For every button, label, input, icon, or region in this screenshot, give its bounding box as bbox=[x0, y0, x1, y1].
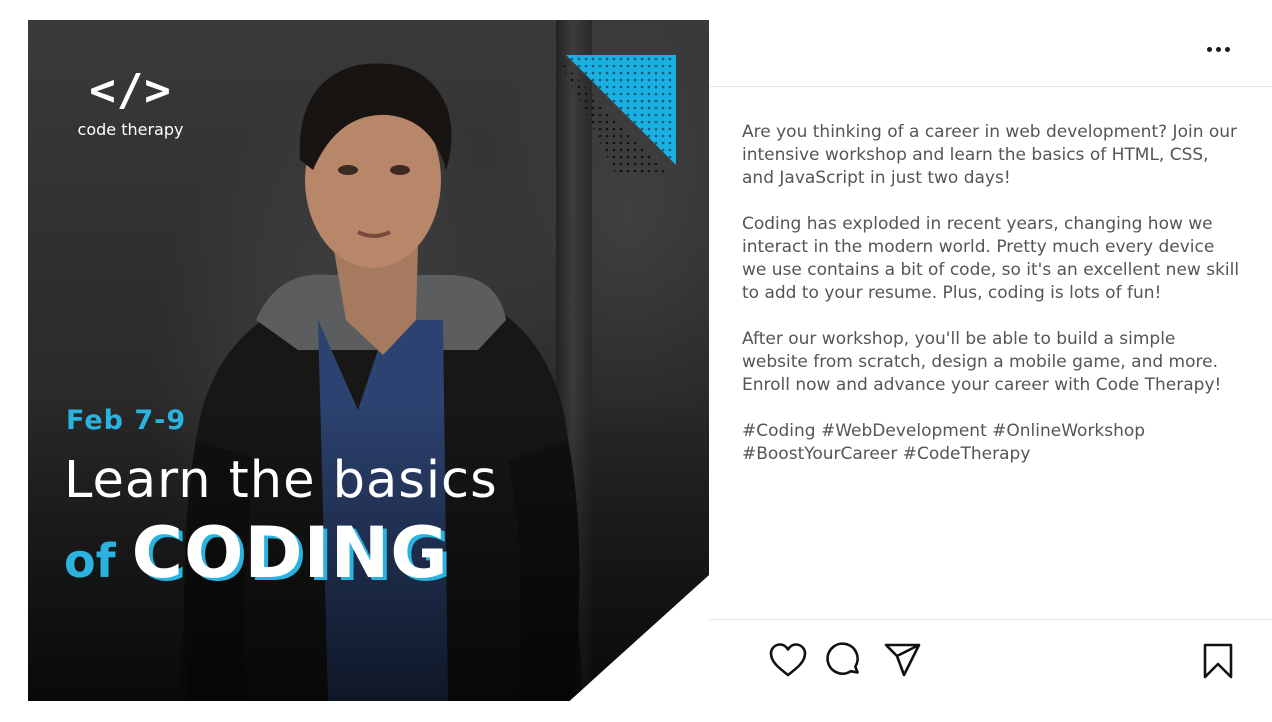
brand-name: code therapy bbox=[77, 120, 184, 139]
headline-line-1: Learn the basics bbox=[64, 451, 498, 510]
heart-icon bbox=[769, 643, 807, 677]
more-dot bbox=[1224, 46, 1230, 52]
post-image: </> code therapy Feb 7-9 Learn the basic… bbox=[28, 20, 709, 701]
more-options-button[interactable] bbox=[1198, 36, 1238, 62]
more-horizontal-icon bbox=[1206, 46, 1212, 52]
panel-divider-bottom bbox=[709, 619, 1272, 620]
panel-divider-top bbox=[709, 86, 1272, 87]
comment-button[interactable] bbox=[826, 642, 862, 678]
caption-paragraph: Are you thinking of a career in web deve… bbox=[742, 122, 1238, 188]
comment-icon bbox=[826, 642, 859, 675]
brand-logo: </> code therapy bbox=[68, 66, 193, 140]
post-caption: Are you thinking of a career in web deve… bbox=[742, 121, 1242, 466]
save-button[interactable] bbox=[1201, 642, 1235, 680]
paper-plane-icon bbox=[884, 643, 921, 677]
share-button[interactable] bbox=[884, 642, 922, 678]
caption-hashtags: #Coding #WebDevelopment #OnlineWorkshop … bbox=[742, 421, 1146, 464]
code-brackets-icon: </> bbox=[89, 65, 172, 116]
caption-paragraph: After our workshop, you'll be able to bu… bbox=[742, 329, 1222, 395]
headline-coding: CODING bbox=[131, 512, 449, 594]
like-button[interactable] bbox=[769, 642, 807, 678]
caption-paragraph: Coding has exploded in recent years, cha… bbox=[742, 214, 1240, 303]
headline-line-2: of CODING bbox=[64, 513, 449, 612]
triangle-dots-decoration bbox=[558, 55, 676, 175]
more-dot bbox=[1215, 46, 1221, 52]
event-date: Feb 7-9 bbox=[66, 405, 187, 436]
headline-of: of bbox=[64, 534, 116, 588]
bookmark-icon bbox=[1203, 643, 1233, 679]
